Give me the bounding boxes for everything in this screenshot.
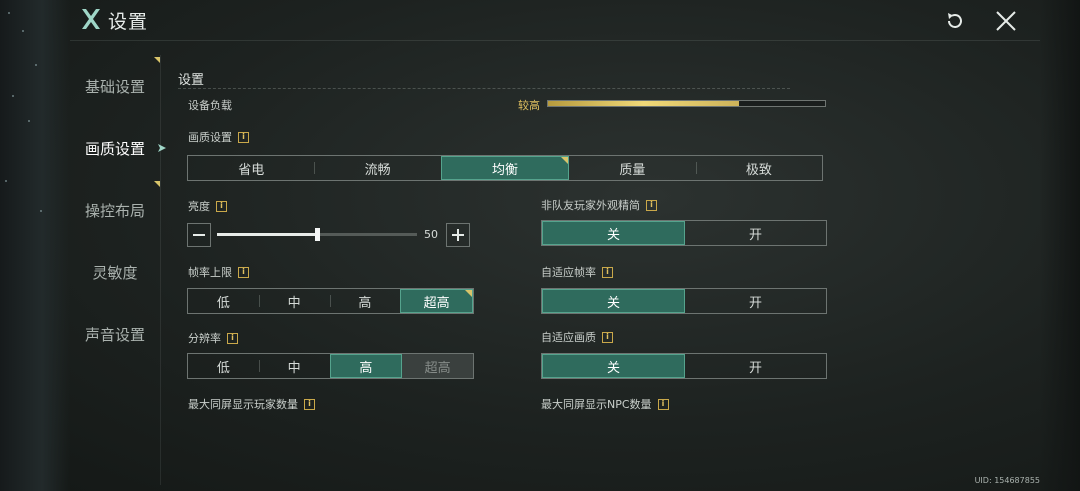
max-npc-label: 最大同屏显示NPC数量 i <box>541 396 669 412</box>
resolution-option-high[interactable]: 高 <box>329 354 403 378</box>
adaptive-quality-off[interactable]: 关 <box>542 354 685 378</box>
quality-option-balanced[interactable]: 均衡 <box>440 156 570 180</box>
info-icon[interactable]: i <box>646 199 657 211</box>
minus-icon <box>193 234 205 236</box>
header: 设置 <box>0 0 1080 40</box>
adaptive-quality-label: 自适应画质 i <box>541 329 613 345</box>
header-divider <box>70 40 1040 41</box>
adaptive-frame-on[interactable]: 开 <box>685 289 826 313</box>
sidebar-item-sound[interactable]: 声音设置 <box>70 303 160 365</box>
device-load-fill <box>548 101 740 106</box>
sidebar-item-label: 基础设置 <box>84 77 145 96</box>
reset-button[interactable] <box>940 6 970 36</box>
active-pointer-icon <box>158 144 166 152</box>
resolution-selector: 低 中 高 超高 <box>187 353 474 379</box>
resolution-label: 分辨率 i <box>188 330 238 346</box>
info-icon[interactable]: i <box>227 332 238 344</box>
frame-limit-option-high[interactable]: 高 <box>329 289 401 313</box>
selected-corner-marker <box>465 290 472 297</box>
adaptive-quality-on[interactable]: 开 <box>685 354 826 378</box>
frame-limit-selector: 低 中 高 超高 <box>187 288 474 314</box>
background-decoration <box>0 0 70 491</box>
close-icon <box>996 11 1016 31</box>
brightness-value: 50 <box>424 228 438 241</box>
sidebar-item-sensitivity[interactable]: 灵敏度 <box>70 241 160 303</box>
simplify-non-team-off[interactable]: 关 <box>542 221 685 245</box>
resolution-option-low[interactable]: 低 <box>188 354 259 378</box>
frame-limit-option-mid[interactable]: 中 <box>258 289 330 313</box>
brightness-slider-fill <box>217 233 317 236</box>
sidebar-item-layout[interactable]: 操控布局 <box>70 179 160 241</box>
resolution-option-ultra: 超高 <box>402 354 473 378</box>
sidebar-divider <box>160 55 161 485</box>
info-icon[interactable]: i <box>304 398 315 410</box>
uid-label: UID: 154687855 <box>974 476 1040 485</box>
info-icon[interactable]: i <box>602 331 613 343</box>
background-edge <box>1040 0 1080 491</box>
device-load-label: 设备负载 <box>188 99 232 112</box>
resolution-option-mid[interactable]: 中 <box>258 354 330 378</box>
sidebar-item-label: 声音设置 <box>84 325 145 344</box>
info-icon[interactable]: i <box>238 266 249 278</box>
simplify-non-team-toggle: 关 开 <box>541 220 827 246</box>
sidebar-item-label: 操控布局 <box>84 201 145 220</box>
quality-option-quality[interactable]: 质量 <box>569 156 695 180</box>
frame-limit-option-ultra[interactable]: 超高 <box>400 289 473 313</box>
page-title: 设置 <box>108 11 149 33</box>
device-load-level: 较高 <box>518 99 540 112</box>
adaptive-frame-toggle: 关 开 <box>541 288 827 314</box>
brightness-slider[interactable] <box>217 228 417 241</box>
sidebar-item-label: 画质设置 <box>84 139 145 158</box>
simplify-non-team-label: 非队友玩家外观精简 i <box>541 197 657 213</box>
quality-option-power-save[interactable]: 省电 <box>188 156 314 180</box>
quality-selector: 省电 流畅 均衡 质量 极致 <box>187 155 823 181</box>
brightness-decrease-button[interactable] <box>187 223 211 247</box>
max-players-label: 最大同屏显示玩家数量 i <box>188 396 315 412</box>
info-icon[interactable]: i <box>602 266 613 278</box>
sidebar-item-quality[interactable]: 画质设置 <box>70 117 166 179</box>
info-icon[interactable]: i <box>216 200 227 212</box>
quality-option-extreme[interactable]: 极致 <box>695 156 822 180</box>
sidebar-item-label: 灵敏度 <box>92 263 138 282</box>
selected-corner-marker <box>561 157 569 164</box>
quality-option-smooth[interactable]: 流畅 <box>314 156 440 180</box>
close-button[interactable] <box>991 6 1021 36</box>
device-load-bar <box>547 100 826 107</box>
adaptive-frame-off[interactable]: 关 <box>542 289 685 313</box>
brightness-label: 亮度 i <box>188 198 227 214</box>
brightness-slider-handle[interactable] <box>315 228 320 241</box>
adaptive-frame-label: 自适应帧率 i <box>541 264 613 280</box>
sidebar-item-basic[interactable]: 基础设置 <box>70 55 160 117</box>
plus-icon <box>452 229 464 241</box>
simplify-non-team-on[interactable]: 开 <box>685 221 826 245</box>
info-icon[interactable]: i <box>238 131 249 143</box>
section-title: 设置 <box>178 73 205 88</box>
adaptive-quality-toggle: 关 开 <box>541 353 827 379</box>
frame-limit-option-low[interactable]: 低 <box>188 289 259 313</box>
quality-label: 画质设置 i <box>188 129 249 145</box>
reset-icon <box>948 13 962 28</box>
section-divider <box>178 88 790 89</box>
crossed-blades-logo <box>82 9 100 29</box>
info-icon[interactable]: i <box>657 398 669 410</box>
frame-limit-label: 帧率上限 i <box>188 264 249 280</box>
brightness-increase-button[interactable] <box>446 223 470 247</box>
